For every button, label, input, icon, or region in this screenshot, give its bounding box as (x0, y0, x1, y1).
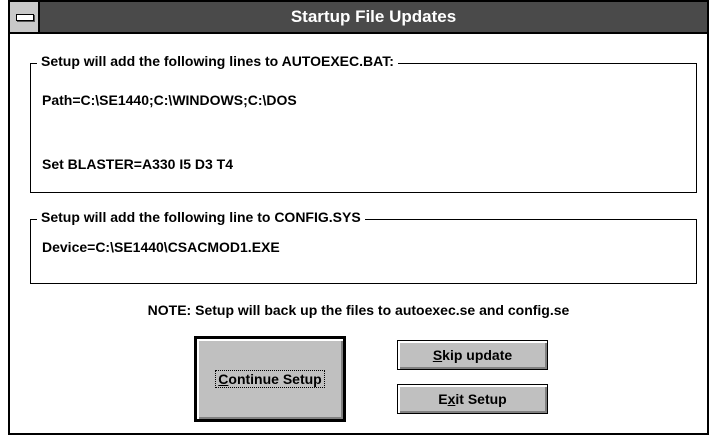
autoexec-line-blaster: Set BLASTER=A330 I5 D3 T4 (42, 156, 234, 172)
skip-update-button[interactable]: Skip update (397, 340, 548, 370)
backup-note: NOTE: Setup will back up the files to au… (147, 302, 570, 318)
config-line-device: Device=C:\SE1440\CSACMOD1.EXE (42, 239, 280, 255)
config-group: Setup will add the following line to CON… (30, 209, 697, 284)
dialog-window: Startup File Updates Setup will add the … (8, 0, 709, 435)
window-title: Startup File Updates (290, 7, 457, 26)
system-menu-icon (16, 14, 34, 21)
skip-update-label: Skip update (432, 347, 513, 363)
autoexec-group: Setup will add the following lines to AU… (30, 53, 697, 193)
system-menu-button[interactable] (10, 2, 40, 32)
continue-setup-label: Continue Setup (215, 370, 325, 388)
exit-setup-label: Exit Setup (438, 391, 507, 407)
exit-setup-button[interactable]: Exit Setup (397, 384, 548, 414)
continue-setup-button[interactable]: Continue Setup (194, 336, 346, 422)
title-bar[interactable]: Startup File Updates (10, 2, 707, 34)
autoexec-line-path: Path=C:\SE1440;C:\WINDOWS;C:\DOS (42, 92, 297, 108)
autoexec-group-label: Setup will add the following lines to AU… (37, 53, 398, 69)
config-group-label: Setup will add the following line to CON… (37, 209, 365, 225)
